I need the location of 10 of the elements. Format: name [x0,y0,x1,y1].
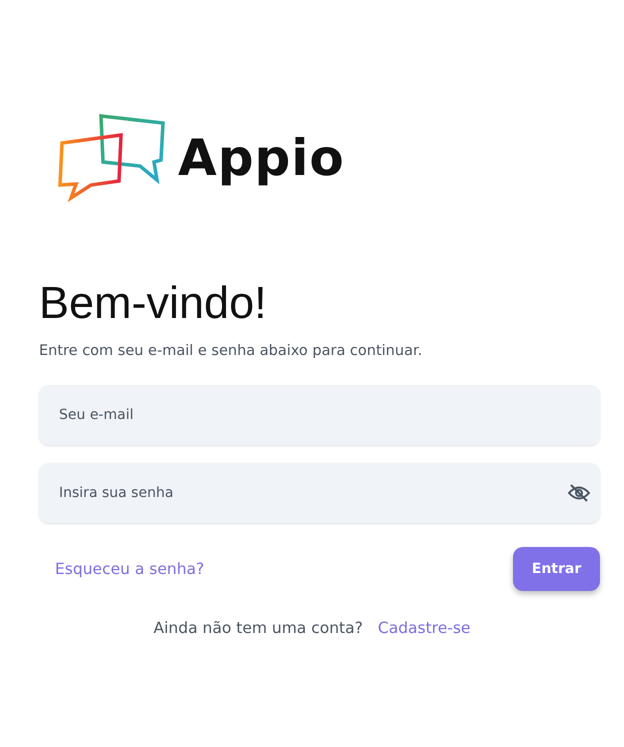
password-field[interactable]: Insira sua senha [39,463,600,523]
signup-prompt: Ainda não tem uma conta? [154,619,363,637]
forgot-password-link[interactable]: Esqueceu a senha? [55,560,204,578]
login-button[interactable]: Entrar [513,547,600,591]
subtitle: Entre com seu e-mail e senha abaixo para continuar. [39,343,424,359]
logo-text: Appio [178,129,345,187]
email-field[interactable]: Seu e-mail [39,385,600,445]
heading: Bem-vindo! [39,280,268,325]
signup-link[interactable]: Cadastre-se [378,619,470,637]
eye-slash-icon[interactable] [568,484,590,502]
